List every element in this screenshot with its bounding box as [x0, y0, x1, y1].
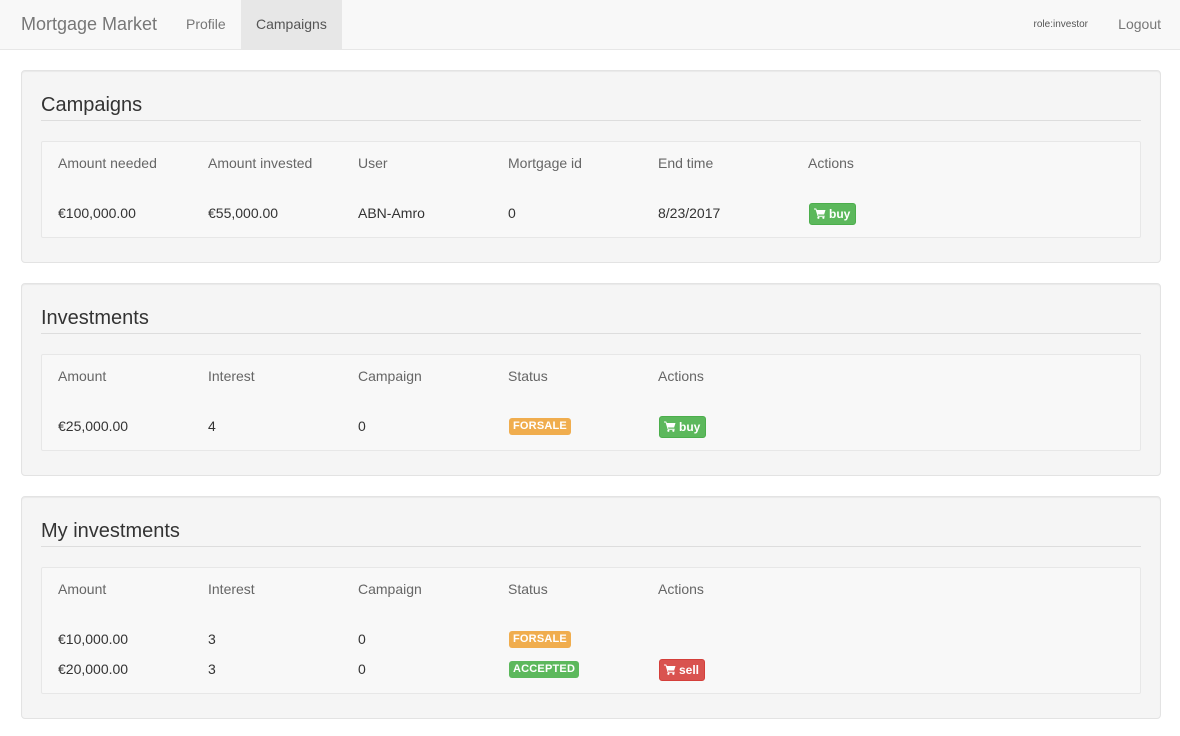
column-header-amount-invested: Amount invested: [208, 155, 313, 171]
cell-campaign: 0: [358, 631, 366, 647]
buy-button-label: buy: [679, 420, 701, 434]
logout-link[interactable]: Logout: [1103, 0, 1176, 49]
cell-interest: 3: [208, 661, 216, 677]
shopping-cart-icon: [664, 661, 676, 681]
investments-table: Amount Interest Campaign Status Actions …: [41, 354, 1141, 451]
status-badge: FORSALE: [509, 631, 571, 648]
cell-campaign: 0: [358, 418, 366, 434]
column-header-user: User: [358, 155, 388, 171]
column-header-actions: Actions: [808, 155, 854, 171]
sell-button[interactable]: sell: [659, 659, 706, 681]
buy-button[interactable]: buy: [659, 416, 707, 438]
investments-title: Investments: [41, 307, 149, 329]
investments-panel: Investments Amount Interest Campaign Sta…: [21, 283, 1161, 476]
my-investments-divider: [41, 546, 1141, 547]
cell-amount-invested: €55,000.00: [208, 205, 279, 221]
campaigns-divider: [41, 120, 1141, 121]
cell-mortgage-id: 0: [508, 205, 516, 221]
column-header-interest: Interest: [208, 581, 255, 597]
column-header-actions: Actions: [658, 368, 704, 384]
nav-campaigns-link[interactable]: Campaigns: [241, 0, 342, 49]
status-badge: FORSALE: [509, 418, 571, 435]
investments-divider: [41, 333, 1141, 334]
role-indicator: role:investor: [1033, 19, 1088, 30]
cell-interest: 4: [208, 418, 216, 434]
column-header-interest: Interest: [208, 368, 255, 384]
column-header-status: Status: [508, 368, 548, 384]
brand-title[interactable]: Mortgage Market: [21, 13, 157, 35]
column-header-amount: Amount: [58, 368, 107, 384]
my-investments-table: Amount Interest Campaign Status Actions …: [41, 567, 1141, 694]
sell-button-label: sell: [679, 663, 700, 677]
shopping-cart-icon: [664, 418, 676, 438]
status-badge: ACCEPTED: [509, 661, 580, 678]
column-header-amount-needed: Amount needed: [58, 155, 157, 171]
column-header-campaign: Campaign: [358, 368, 422, 384]
column-header-campaign: Campaign: [358, 581, 422, 597]
buy-button[interactable]: buy: [809, 203, 857, 225]
my-investments-panel: My investments Amount Interest Campaign …: [21, 496, 1161, 719]
cell-campaign: 0: [358, 661, 366, 677]
top-navbar: Mortgage Market Profile Campaigns role:i…: [0, 0, 1180, 50]
column-header-actions: Actions: [658, 581, 704, 597]
cell-amount-needed: €100,000.00: [58, 205, 136, 221]
column-header-mortgage-id: Mortgage id: [508, 155, 582, 171]
column-header-end-time: End time: [658, 155, 714, 171]
cell-amount: €25,000.00: [58, 418, 129, 434]
column-header-amount: Amount: [58, 581, 107, 597]
cell-end-time: 8/23/2017: [658, 205, 721, 221]
nav-profile-link[interactable]: Profile: [171, 0, 241, 49]
cell-amount: €10,000.00: [58, 631, 129, 647]
buy-button-label: buy: [829, 207, 851, 221]
cell-amount: €20,000.00: [58, 661, 129, 677]
campaigns-table: Amount needed Amount invested User Mortg…: [41, 141, 1141, 238]
cell-user: ABN-Amro: [358, 205, 425, 221]
column-header-status: Status: [508, 581, 548, 597]
cell-interest: 3: [208, 631, 216, 647]
campaigns-panel: Campaigns Amount needed Amount invested …: [21, 70, 1161, 263]
my-investments-title: My investments: [41, 520, 180, 542]
campaigns-title: Campaigns: [41, 94, 143, 116]
shopping-cart-icon: [814, 205, 826, 225]
